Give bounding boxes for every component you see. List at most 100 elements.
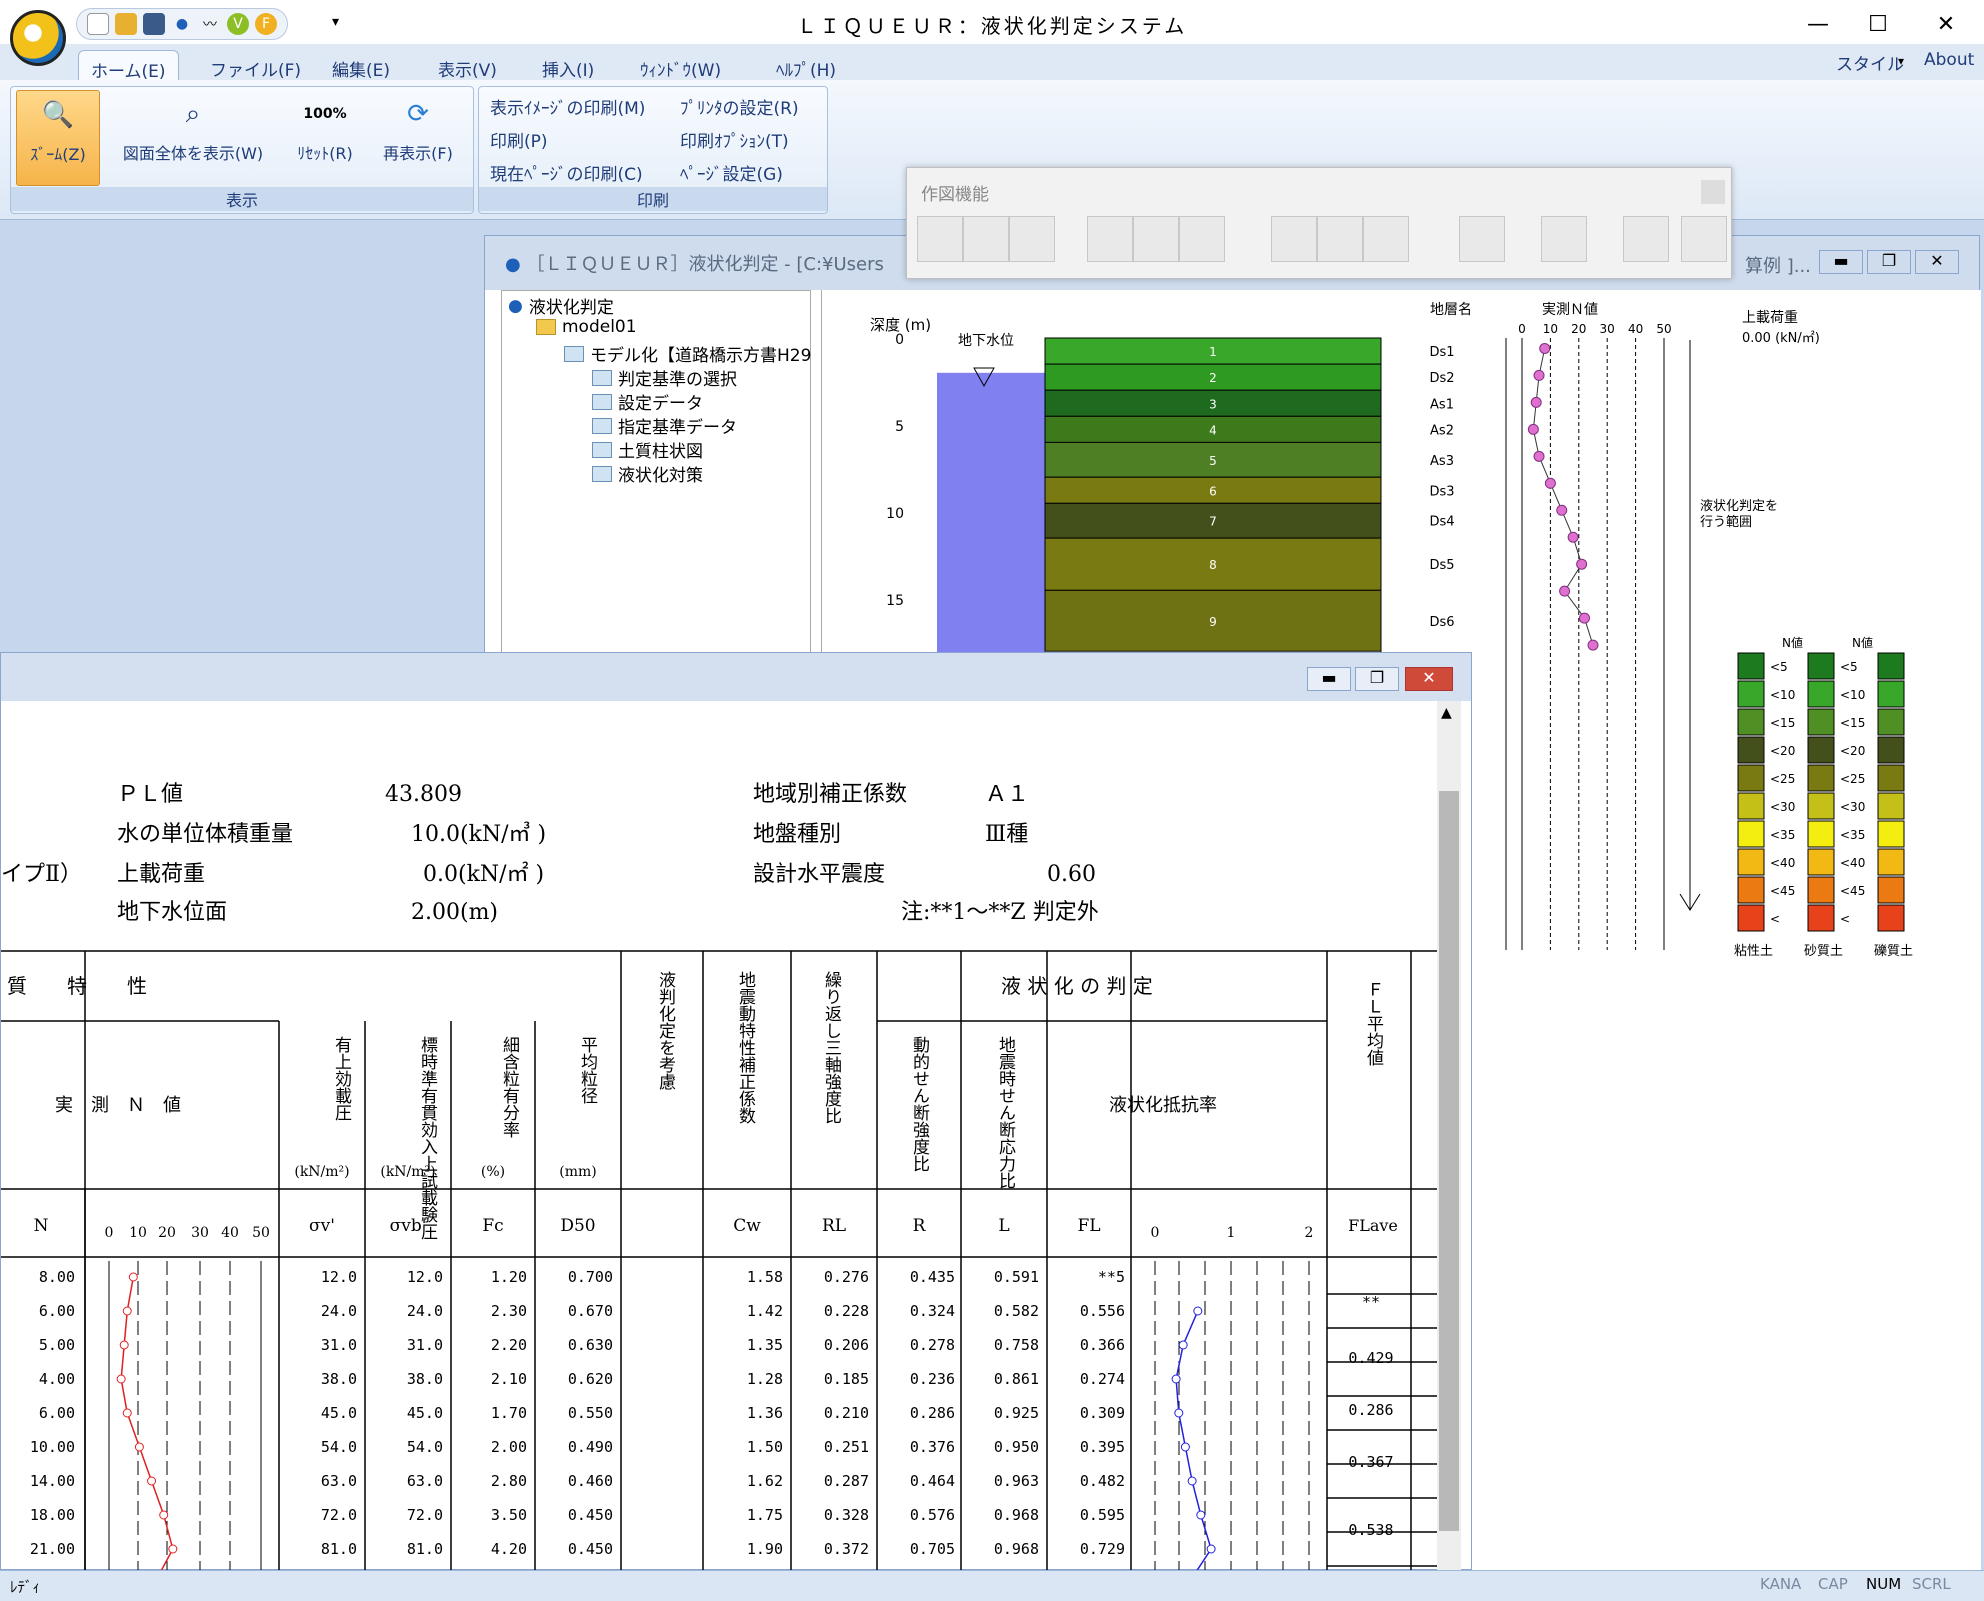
tab-home[interactable]: ホーム(E) <box>78 50 179 82</box>
reset-label: ﾘｾｯﾄ(R) <box>297 144 353 163</box>
print-button[interactable]: 印刷(P) <box>490 127 548 152</box>
table-cell-fc: 2.00 <box>491 1438 527 1456</box>
tab-edit[interactable]: 編集(E) <box>320 50 402 81</box>
liquefaction-table-window: ▬ ❐ ✕ ▲ ＰＬ値 43.809 地域別補正係数 Ａ１ 水の単位体積重量 10.0(k… <box>0 652 1472 1571</box>
table-cell-n: 5.00 <box>39 1336 75 1354</box>
draw-tool-button[interactable] <box>1459 216 1505 262</box>
tree-node[interactable]: 土質柱状図 <box>592 437 703 462</box>
tree-node[interactable]: 指定基準データ <box>592 413 737 438</box>
tree-node[interactable]: モデル化【道路橋示方書H29 <box>564 341 811 366</box>
draw-tool-button[interactable] <box>1087 216 1133 262</box>
table-cell-cw: 1.75 <box>747 1506 783 1524</box>
table-cell-fl: 0.556 <box>1080 1302 1125 1320</box>
tree-node[interactable]: ● 液状化判定 <box>508 293 614 319</box>
draw-tool-button[interactable] <box>1271 216 1317 262</box>
display-group-label: 表示 <box>11 187 473 211</box>
fl-header: 液状化抵抗率 <box>1109 1095 1217 1116</box>
draw-tool-button[interactable] <box>1681 216 1727 262</box>
tab-view[interactable]: 表示(V) <box>426 50 509 81</box>
grain-unit: (mm) <box>559 1164 596 1180</box>
tree-node[interactable]: 判定基準の選択 <box>592 365 737 390</box>
table-cell-sv: 63.0 <box>321 1472 357 1490</box>
table-cell-fc: 1.20 <box>491 1268 527 1286</box>
page-setup-button[interactable]: ﾍﾟｰｼﾞ設定(G) <box>680 160 783 185</box>
tab-insert[interactable]: 挿入(I) <box>530 50 606 81</box>
legend-swatch <box>1877 848 1905 876</box>
app-logo-button[interactable] <box>10 10 66 66</box>
n-scale-label: 50 <box>252 1225 270 1241</box>
print-image-button[interactable]: 表示ｲﾒｰｼﾞの印刷(M) <box>490 94 645 119</box>
n-profile-point <box>134 1442 144 1452</box>
redraw-button[interactable]: ⟳ 再表示(F) <box>372 94 464 164</box>
legend-swatch <box>1877 652 1905 680</box>
legend-swatch <box>1807 680 1835 708</box>
vertical-scrollbar[interactable]: ▲ <box>1437 701 1461 1571</box>
table-cell-r: 0.236 <box>910 1370 955 1388</box>
scroll-thumb[interactable] <box>1439 791 1459 1531</box>
n-profile-line <box>120 1276 174 1571</box>
groundwater-band <box>937 372 1045 673</box>
printer-settings-button[interactable]: ﾌﾟﾘﾝﾀの設定(R) <box>680 94 799 119</box>
scroll-up-icon[interactable]: ▲ <box>1441 705 1452 721</box>
table-minimize-icon[interactable]: ▬ <box>1307 667 1351 691</box>
table-cell-cw: 1.62 <box>747 1472 783 1490</box>
table-cell-d50: 0.460 <box>568 1472 613 1490</box>
draw-tool-button[interactable] <box>1009 216 1055 262</box>
table-cell-n: 6.00 <box>39 1302 75 1320</box>
draw-tool-button[interactable] <box>1317 216 1363 262</box>
tab-window[interactable]: ｳｨﾝﾄﾞｳ(W) <box>628 50 733 81</box>
tree-node[interactable]: 液状化対策 <box>592 461 703 486</box>
legend-swatch <box>1737 792 1765 820</box>
zoom-button[interactable]: 🔍 ｽﾞｰﾑ(Z) <box>16 90 100 186</box>
load-value: 0.00 (kN/㎡) <box>1742 331 1820 346</box>
tab-file[interactable]: ファイル(F) <box>198 50 313 81</box>
legend-swatch <box>1807 736 1835 764</box>
close-icon[interactable]: ✕ <box>1916 4 1976 44</box>
surcharge-value: 0.0(kN/㎡ ) <box>423 861 544 887</box>
r-header: 動的せん断強度比 <box>909 1036 930 1172</box>
style-dropdown-icon[interactable]: ▾ <box>1898 54 1904 68</box>
zone-factor-value: Ａ１ <box>985 782 1029 807</box>
table-window-title-bar <box>1 653 1471 701</box>
status-ready: ﾚﾃﾞｨ <box>10 1578 41 1596</box>
reset-button[interactable]: 100% ﾘｾｯﾄ(R) <box>290 94 360 164</box>
maximize-icon[interactable]: ☐ <box>1848 4 1908 44</box>
table-close-icon[interactable]: ✕ <box>1405 667 1453 691</box>
child-minimize-icon[interactable]: ▬ <box>1819 250 1863 274</box>
legend-soil-type: 砂質土 <box>1804 944 1843 959</box>
child-close-icon[interactable]: ✕ <box>1915 250 1959 274</box>
tree-node[interactable]: 設定データ <box>592 389 703 414</box>
table-cell-n: 6.00 <box>39 1404 75 1422</box>
type-label: イプⅡ） <box>1 862 82 887</box>
draw-tool-button[interactable] <box>1541 216 1587 262</box>
child-restore-icon[interactable]: ❐ <box>1867 250 1911 274</box>
soil-layer-name: Ds3 <box>1429 484 1454 499</box>
tab-help[interactable]: ﾍﾙﾌﾟ(H) <box>764 50 848 81</box>
drawing-tools-close-icon[interactable] <box>1701 180 1725 204</box>
draw-tool-button[interactable] <box>917 216 963 262</box>
fit-all-button[interactable]: ⌕ 図面全体を表示(W) <box>110 94 276 164</box>
legend-row-label: <40 <box>1840 856 1865 870</box>
table-restore-icon[interactable]: ❐ <box>1355 667 1399 691</box>
print-options-button[interactable]: 印刷ｵﾌﾟｼｮﾝ(T) <box>680 127 789 152</box>
draw-tool-button[interactable] <box>1133 216 1179 262</box>
document-icon <box>592 441 612 458</box>
draw-tool-button[interactable] <box>1363 216 1409 262</box>
about-link[interactable]: About <box>1912 44 1984 74</box>
print-current-page-button[interactable]: 現在ﾍﾟｰｼﾞの印刷(C) <box>490 160 643 185</box>
tree-node[interactable]: model01 <box>536 317 637 337</box>
table-cell-l: 0.968 <box>994 1506 1039 1524</box>
minimize-icon[interactable]: — <box>1788 4 1848 44</box>
draw-tool-button[interactable] <box>963 216 1009 262</box>
fl-profile-line <box>1175 1310 1212 1571</box>
table-cell-n: 4.00 <box>39 1370 75 1388</box>
draw-tool-button[interactable] <box>1179 216 1225 262</box>
caps-indicator: CAP <box>1818 1575 1848 1593</box>
draw-tool-button[interactable] <box>1623 216 1669 262</box>
soil-layer-name: Ds1 <box>1429 345 1454 360</box>
document-icon <box>592 465 612 482</box>
reset-100-icon: 100% <box>303 106 347 122</box>
legend-swatch <box>1737 820 1765 848</box>
soil-layer-name: Ds4 <box>1429 515 1454 530</box>
table-cell-fc: 2.10 <box>491 1370 527 1388</box>
